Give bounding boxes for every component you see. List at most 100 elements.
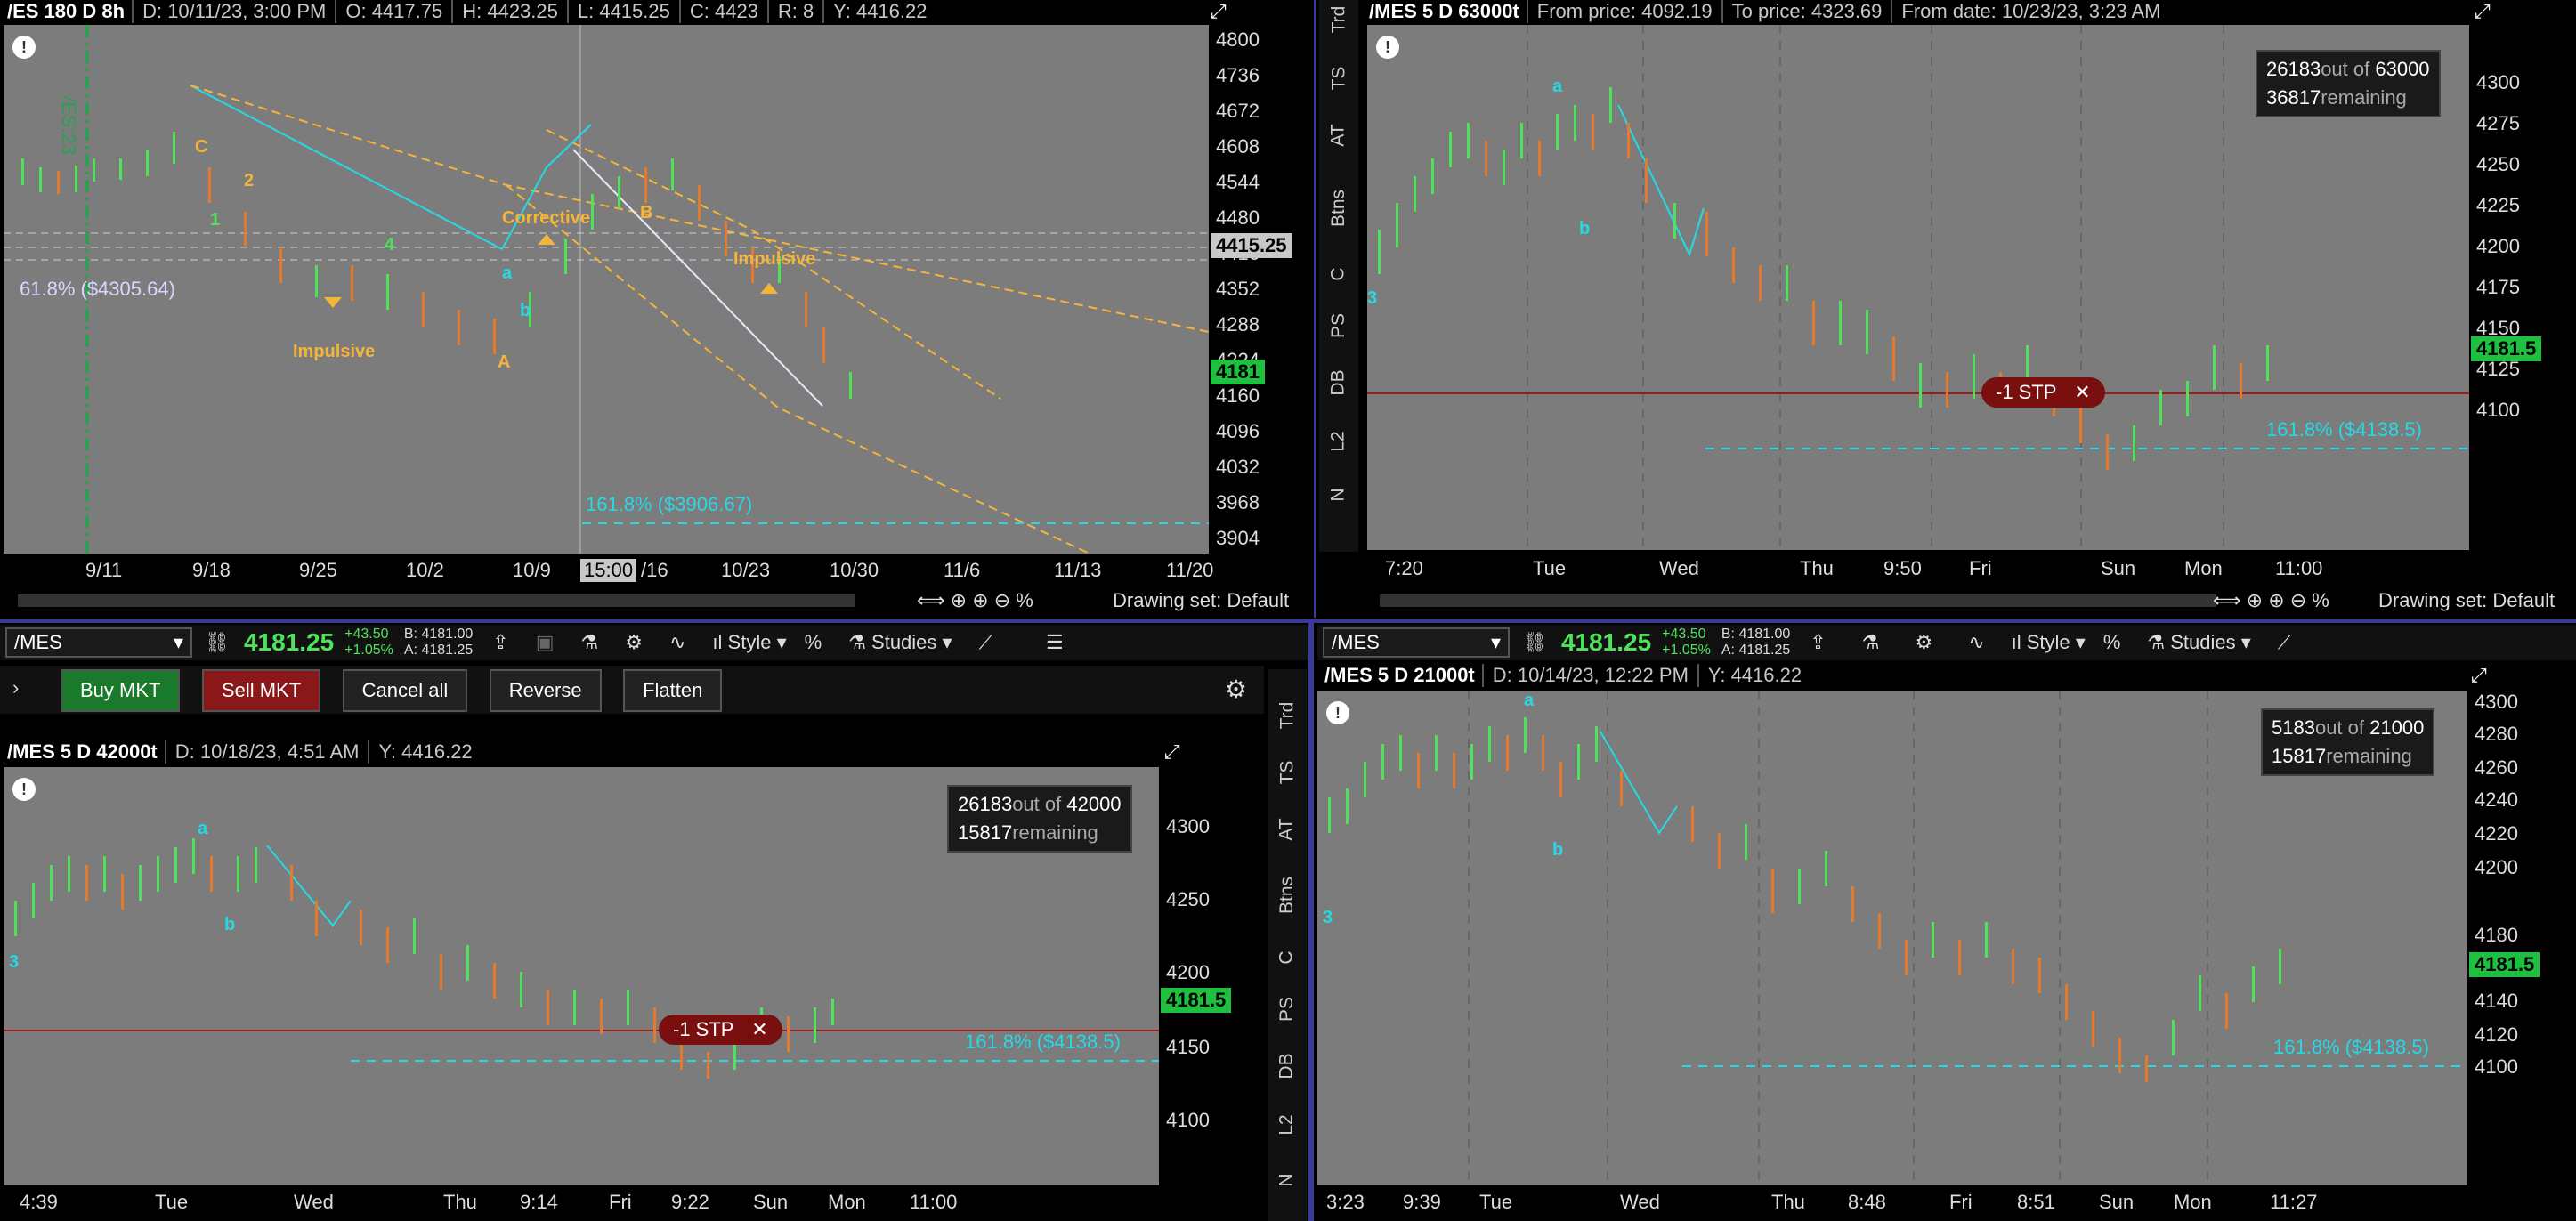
expand-icon[interactable]: ⤢	[1164, 740, 1191, 764]
zoom-fit-icon[interactable]: ⟺ ⊕ ⊕ ⊖ %	[2213, 589, 2329, 612]
y-axis[interactable]: 4800473646724608454444804416435242884224…	[1211, 25, 1308, 554]
x-axis[interactable]: 3:23 9:39 Tue Wed Thu 8:48 Fri 8:51 Sun Mon 11:27	[1317, 1187, 2467, 1214]
wave-label-a: a	[1552, 77, 1563, 96]
studies-menu[interactable]: ⚗ Studies ▾	[2147, 631, 2250, 654]
tab-trd[interactable]: Trd	[1319, 6, 1358, 34]
chart-header: /MES 5 D 63000t From price: 4092.19 To p…	[1362, 0, 2169, 23]
tab-ps[interactable]: PS	[1319, 313, 1358, 338]
expand-icon[interactable]: ⤢	[2471, 664, 2498, 687]
gear-icon[interactable]: ⚙	[1915, 631, 1932, 654]
tab-db[interactable]: DB	[1319, 369, 1358, 395]
tab-n[interactable]: N	[1268, 1169, 1307, 1191]
share-icon[interactable]: ⇪	[492, 631, 508, 654]
chart-title[interactable]: /MES 5 D 42000t	[0, 740, 165, 764]
list-icon[interactable]: ☰	[1046, 631, 1064, 654]
x-axis[interactable]: 9/11 9/18 9/25 10/2 10/9 15:00/16 10/23 10/30 11…	[4, 555, 1213, 582]
flatten-button[interactable]: Flatten	[623, 669, 723, 712]
net-change: +43.50	[344, 627, 389, 642]
wave-label-3: 3	[1323, 908, 1333, 927]
tab-l2[interactable]: L2	[1319, 431, 1358, 452]
drawing-set[interactable]: Drawing set: Default	[2378, 589, 2555, 612]
to-price: To price: 4323.69	[1721, 0, 1891, 23]
plot-area[interactable]: ! /ES:23 C 2 1 4 Impulsive A Corrective …	[4, 25, 1209, 554]
wave-label-a: A	[498, 352, 511, 372]
style-menu[interactable]: ıl Style ▾	[2012, 631, 2086, 654]
y-axis[interactable]: 4300428042604240422042004180416041404120…	[2469, 691, 2574, 1185]
scrollbar[interactable]	[1380, 594, 2216, 607]
style-menu[interactable]: ıl Style ▾	[712, 631, 786, 654]
header-y: Y: 4416.22	[1697, 664, 1810, 687]
expand-icon[interactable]: ⤢	[2475, 0, 2501, 23]
wave-icon[interactable]: ∿	[669, 631, 685, 654]
wave-label-b: b	[1579, 219, 1591, 239]
tab-btns[interactable]: Btns	[1268, 877, 1307, 914]
expand-icon[interactable]: ⤢	[1211, 0, 1237, 23]
y-axis[interactable]: 4300 4250 4200 4150 4100	[1161, 767, 1253, 1185]
gear-icon[interactable]: ⚙	[1225, 675, 1247, 704]
tab-at[interactable]: AT	[1319, 124, 1358, 146]
x-axis[interactable]: 4:39 Tue Wed Thu 9:14 Fri 9:22 Sun Mon 11:00	[4, 1187, 1159, 1214]
link-icon[interactable]: ⛓	[1522, 631, 1547, 654]
net-change-pct: +1.05%	[344, 643, 393, 658]
symbol-selector[interactable]: /MES ▾	[1323, 627, 1510, 658]
scrollbar[interactable]	[18, 594, 855, 607]
last-price: 4181.25	[1560, 628, 1652, 656]
tab-db[interactable]: DB	[1268, 1053, 1307, 1079]
tick-counter: 26183out of 63000 36817remaining	[2256, 50, 2441, 117]
x-axis[interactable]: 7:20 Tue Wed Thu 9:50 Fri Sun Mon 11:00	[1367, 554, 2469, 580]
chart-title[interactable]: /MES 5 D 63000t	[1362, 0, 1527, 23]
link-icon[interactable]: ⛓	[205, 631, 230, 654]
drawings-icon[interactable]: ⟋	[979, 631, 992, 654]
drawings-icon[interactable]: ⟋	[2278, 631, 2291, 654]
wave-label-c: C	[195, 137, 208, 157]
zoom-fit-icon[interactable]: ⟺ ⊕ ⊕ ⊖ %	[917, 589, 1033, 612]
percent-icon[interactable]: %	[2103, 631, 2121, 654]
lock-icon[interactable]: ▣	[536, 631, 555, 654]
tab-trd[interactable]: Trd	[1268, 702, 1307, 730]
tab-ts[interactable]: TS	[1319, 67, 1358, 91]
tab-ps[interactable]: PS	[1268, 997, 1307, 1022]
chart-es-8h: /ES 180 D 8h D: 10/11/23, 3:00 PM O: 441…	[0, 0, 1310, 618]
close-icon[interactable]: ✕	[2074, 381, 2090, 403]
flask-icon[interactable]: ⚗	[581, 631, 599, 654]
percent-icon[interactable]: %	[805, 631, 822, 654]
buy-mkt-button[interactable]: Buy MKT	[61, 669, 181, 712]
tab-ts[interactable]: TS	[1268, 761, 1307, 785]
cancel-all-button[interactable]: Cancel all	[342, 669, 468, 712]
gear-icon[interactable]: ⚙	[625, 631, 643, 654]
flask-icon[interactable]: ⚗	[1862, 631, 1880, 654]
plot-area[interactable]: !	[1367, 25, 2469, 550]
drawing-set[interactable]: Drawing set: Default	[1113, 589, 1289, 612]
chart-title[interactable]: /ES 180 D 8h	[0, 0, 132, 23]
close-icon[interactable]: ✕	[751, 1018, 767, 1040]
stop-order-badge[interactable]: -1 STP ✕	[1981, 377, 2105, 408]
chart-toolbar: /MES ▾ ⛓ 4181.25 +43.50 +1.05% B: 4181.00 A…	[1317, 625, 2576, 660]
last-price-tag: 4181.5	[2471, 336, 2542, 361]
header-y: Y: 4416.22	[822, 0, 936, 23]
tab-l2[interactable]: L2	[1268, 1114, 1307, 1136]
last-price-tag: 4181.5	[1161, 988, 1232, 1013]
studies-menu[interactable]: ⚗ Studies ▾	[848, 631, 952, 654]
fib-161-label: 161.8% ($4138.5)	[965, 1031, 1121, 1053]
header-close: C: 4423	[678, 0, 767, 23]
stop-order-badge[interactable]: -1 STP ✕	[659, 1015, 782, 1045]
wave-icon[interactable]: ∿	[1968, 631, 1984, 654]
reverse-button[interactable]: Reverse	[489, 669, 602, 712]
chevron-right-icon[interactable]: ›	[12, 676, 19, 699]
plot-area[interactable]: !	[1317, 691, 2467, 1185]
tab-btns[interactable]: Btns	[1319, 190, 1358, 227]
plot-area[interactable]: !	[4, 767, 1159, 1185]
tab-n[interactable]: N	[1319, 484, 1358, 505]
tab-at[interactable]: AT	[1268, 818, 1307, 840]
net-change: +43.50	[1662, 627, 1706, 642]
chart-footer: ⟺ ⊕ ⊕ ⊖ % Drawing set: Default	[0, 587, 1310, 614]
sell-mkt-button[interactable]: Sell MKT	[201, 669, 321, 712]
header-y: Y: 4416.22	[368, 740, 481, 764]
tab-c[interactable]: C	[1268, 947, 1307, 968]
share-icon[interactable]: ⇪	[1810, 631, 1826, 654]
tab-c[interactable]: C	[1319, 263, 1358, 285]
symbol-selector[interactable]: /MES ▾	[5, 627, 192, 658]
sidebar-tabs-top: Trd TS AT Btns C PS DB L2 N	[1319, 0, 1358, 552]
chart-title[interactable]: /MES 5 D 21000t	[1317, 664, 1482, 687]
y-axis[interactable]: 4300 4275 4250 4225 4200 4175 4150 4125 4100	[2471, 25, 2574, 550]
